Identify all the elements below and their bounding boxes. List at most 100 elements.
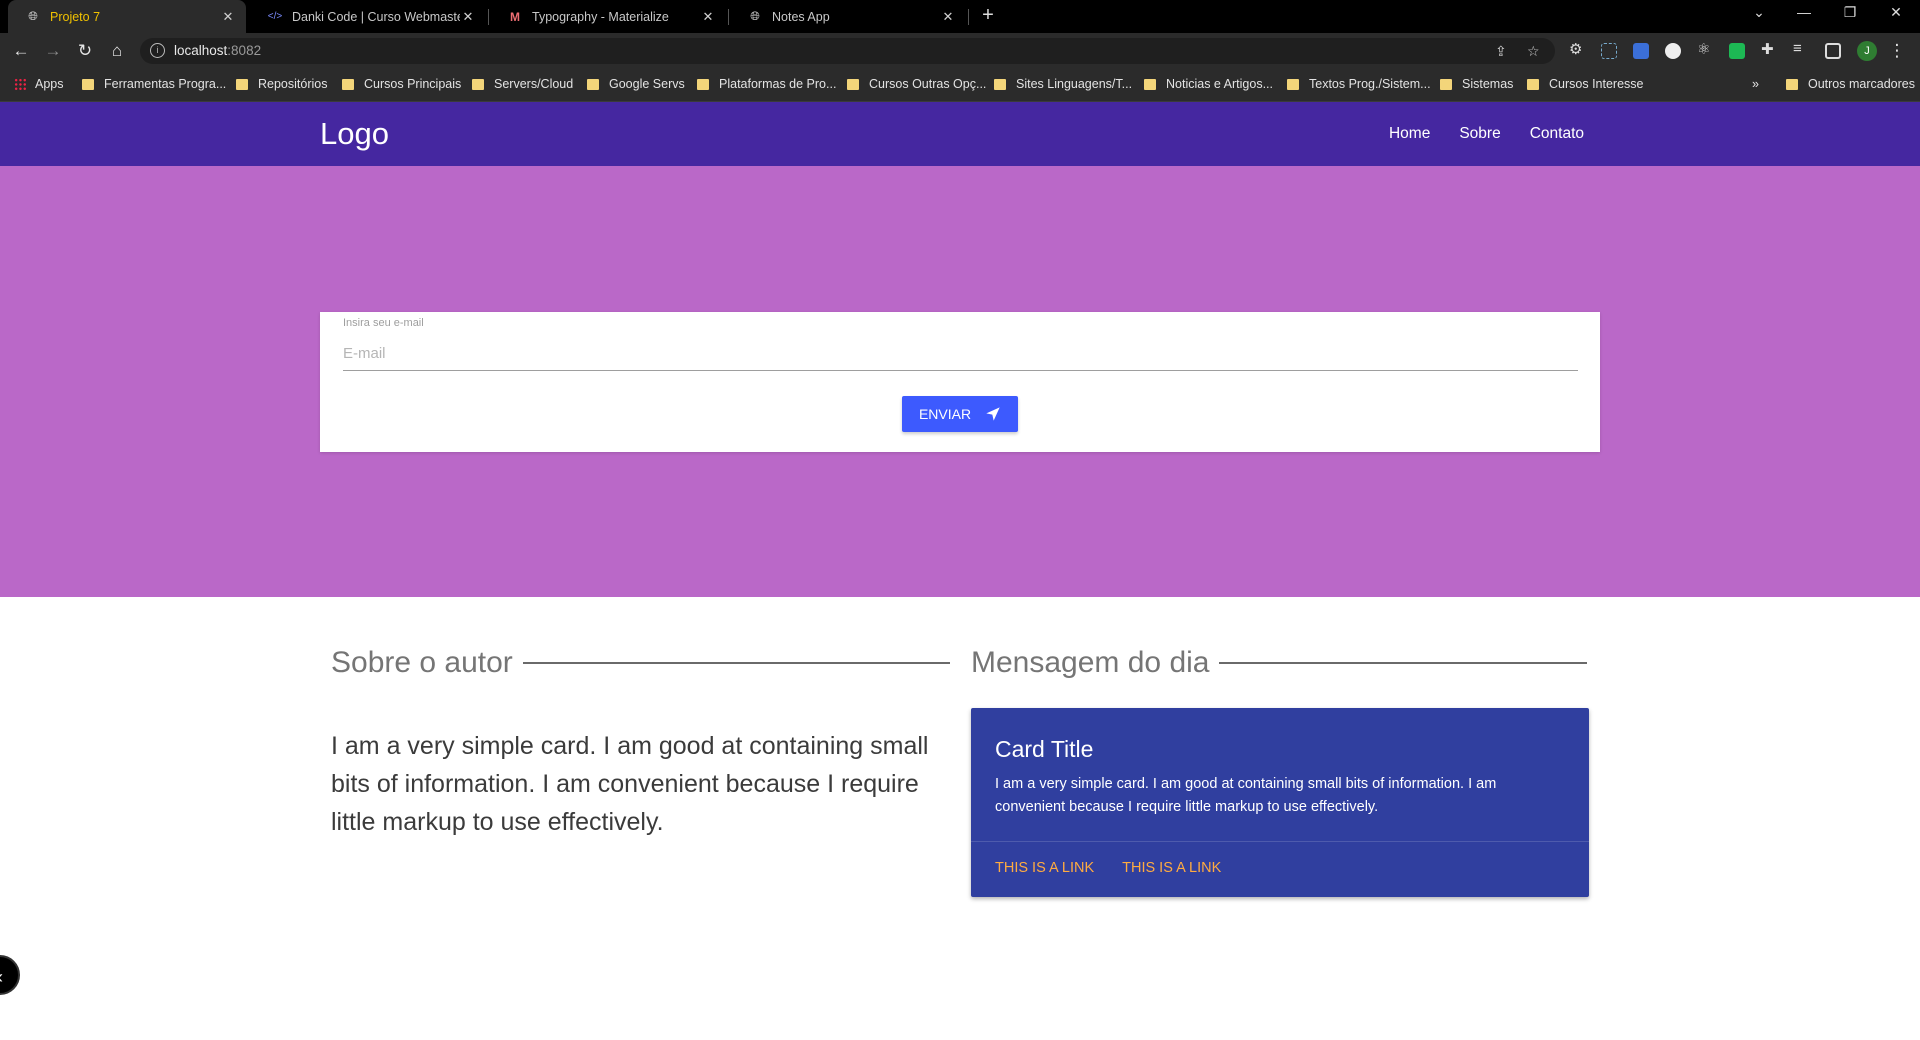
puzzle-icon[interactable]: ✚ (1761, 40, 1777, 58)
star-icon[interactable]: ☆ (1527, 43, 1540, 60)
bookmark-label: Sites Linguagens/T... (1016, 77, 1133, 91)
bookmark-folder[interactable]: Cursos Outras Opç... (847, 77, 986, 91)
send-button-label: ENVIAR (918, 406, 972, 422)
folder-icon (847, 78, 859, 90)
folder-icon (1440, 78, 1452, 90)
bookmark-folder[interactable]: Ferramentas Progra... (82, 77, 226, 91)
card-link-2[interactable]: THIS IS A LINK (1122, 860, 1221, 876)
bookmark-label: Outros marcadores (1808, 77, 1915, 91)
bookmark-label: Cursos Outras Opç... (869, 77, 987, 91)
share-icon[interactable]: ⇪ (1495, 43, 1507, 60)
about-text: I am a very simple card. I am good at co… (331, 732, 929, 836)
side-panel-icon[interactable] (1825, 43, 1841, 59)
bookmark-folder[interactable]: Noticias e Artigos... (1144, 77, 1273, 91)
minimize-icon[interactable]: — (1794, 4, 1814, 20)
folder-icon (342, 78, 354, 90)
bookmark-label: Plataformas de Pro... (719, 77, 837, 91)
tab-danki-code[interactable]: </> Danki Code | Curso Webmaster F ✕ (250, 0, 486, 33)
message-card: Card Title I am a very simple card. I am… (971, 708, 1589, 897)
nav-link-contato[interactable]: Contato (1530, 125, 1584, 143)
avatar[interactable]: J (1857, 41, 1877, 61)
tab-divider (728, 9, 729, 25)
tab-projeto-7[interactable]: 🌐︎ Projeto 7 ✕ (8, 0, 246, 33)
folder-icon (82, 78, 94, 90)
close-icon[interactable]: ✕ (940, 9, 956, 25)
tab-title: Danki Code | Curso Webmaster F (292, 9, 460, 24)
collapse-arrow-button[interactable]: ‹ (0, 955, 20, 995)
tab-notes-app[interactable]: 🌐︎ Notes App ✕ (730, 0, 966, 33)
folder-icon (1786, 78, 1798, 90)
bookmark-apps[interactable]: Apps (14, 77, 64, 91)
bookmark-label: Servers/Cloud (494, 77, 574, 91)
media-icon[interactable]: ≡ (1793, 40, 1809, 57)
tab-typography-materialize[interactable]: M Typography - Materialize ✕ (490, 0, 726, 33)
bookmark-folder[interactable]: Sites Linguagens/T... (994, 77, 1132, 91)
bookmark-label: Ferramentas Progra... (104, 77, 227, 91)
new-tab-button[interactable]: + (976, 4, 1000, 27)
restore-icon[interactable]: ❐ (1840, 4, 1860, 21)
tab-title: Typography - Materialize (532, 9, 669, 24)
bookmark-label: Noticias e Artigos... (1166, 77, 1273, 91)
tab-title: Projeto 7 (50, 9, 101, 24)
nav-link-sobre[interactable]: Sobre (1459, 125, 1500, 143)
folder-icon (587, 78, 599, 90)
forward-icon[interactable]: → (42, 40, 64, 62)
bookmarks-bar: Apps Ferramentas Progra... Repositórios … (0, 69, 1920, 102)
site-info-icon[interactable]: i (150, 43, 165, 58)
bookmark-folder[interactable]: Servers/Cloud (472, 77, 573, 91)
browser-toolbar: ← → ↻ ⌂ i localhost:8082 ⇪ ☆ ⚙ ⚛ ✚ ≡ J ⋮ (0, 33, 1920, 69)
bookmark-other[interactable]: Outros marcadores (1786, 77, 1915, 91)
about-title: Sobre o autor (331, 646, 513, 679)
hero-section: Insira seu e-mail ENVIAR (0, 166, 1920, 597)
folder-icon (1144, 78, 1156, 90)
screenshot-extension-icon[interactable] (1601, 43, 1617, 59)
reload-icon[interactable]: ↻ (74, 40, 96, 62)
card-divider (971, 841, 1589, 842)
tab-title: Notes App (772, 9, 830, 24)
card-actions: THIS IS A LINK THIS IS A LINK (995, 860, 1221, 876)
url-text: localhost:8082 (174, 43, 261, 58)
folder-icon (697, 78, 709, 90)
theme-extension-icon[interactable] (1665, 43, 1681, 59)
close-icon[interactable]: ✕ (220, 9, 236, 25)
extension-icon[interactable] (1633, 43, 1649, 59)
browser-tab-strip: 🌐︎ Projeto 7 ✕ </> Danki Code | Curso We… (0, 0, 1920, 33)
bookmark-label: Textos Prog./Sistem... (1309, 77, 1431, 91)
globe-icon: 🌐︎ (28, 9, 38, 23)
bookmark-folder[interactable]: Sistemas (1440, 77, 1513, 91)
email-form-card: Insira seu e-mail ENVIAR (320, 312, 1600, 452)
bookmark-label: Apps (35, 77, 64, 91)
folder-icon (472, 78, 484, 90)
card-title: Card Title (995, 736, 1094, 762)
folder-icon (236, 78, 248, 90)
kebab-menu-icon[interactable]: ⋮ (1886, 40, 1908, 62)
home-icon[interactable]: ⌂ (106, 40, 128, 62)
close-icon[interactable]: ✕ (700, 9, 716, 25)
bookmark-folder[interactable]: Repositórios (236, 77, 327, 91)
address-bar[interactable]: i localhost:8082 ⇪ ☆ (140, 38, 1555, 64)
bookmark-folder[interactable]: Cursos Interesse (1527, 77, 1643, 91)
bookmarks-overflow-icon[interactable]: » (1752, 77, 1759, 91)
send-button[interactable]: ENVIAR (902, 396, 1018, 432)
bookmark-folder[interactable]: Textos Prog./Sistem... (1287, 77, 1431, 91)
materialize-icon: M (510, 9, 520, 24)
back-icon[interactable]: ← (10, 40, 32, 62)
apps-grid-icon (14, 77, 27, 91)
green-extension-icon[interactable] (1729, 43, 1745, 59)
tab-divider (968, 9, 969, 25)
email-field[interactable] (343, 336, 1578, 371)
url-host: localhost (174, 43, 228, 58)
close-icon[interactable]: ✕ (460, 9, 476, 25)
tab-search-icon[interactable]: ⌄ (1749, 4, 1769, 21)
code-icon: </> (267, 11, 283, 22)
bookmark-label: Cursos Interesse (1549, 77, 1644, 91)
bookmark-folder[interactable]: Cursos Principais (342, 77, 461, 91)
settings-extension-icon[interactable]: ⚙ (1569, 40, 1585, 58)
react-extension-icon[interactable]: ⚛ (1697, 40, 1713, 58)
window-close-icon[interactable]: ✕ (1886, 4, 1906, 21)
bookmark-folder[interactable]: Plataformas de Pro... (697, 77, 836, 91)
nav-link-home[interactable]: Home (1389, 125, 1430, 143)
bookmark-folder[interactable]: Google Servs (587, 77, 685, 91)
card-link-1[interactable]: THIS IS A LINK (995, 860, 1094, 876)
site-logo[interactable]: Logo (320, 116, 389, 152)
